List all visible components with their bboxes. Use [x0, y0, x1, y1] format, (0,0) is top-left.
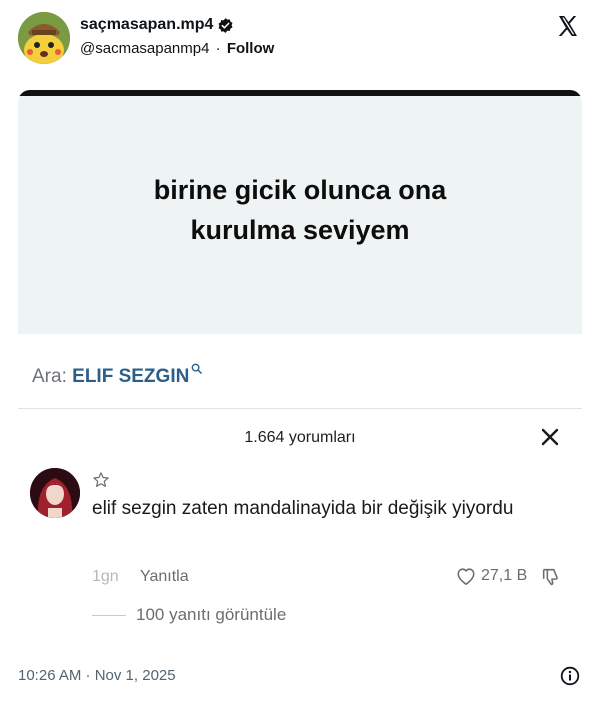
star-icon[interactable] — [92, 471, 110, 489]
comment-text: elif sezgin zaten mandalinayida bir deği… — [92, 498, 514, 519]
separator-dot: · — [215, 40, 221, 57]
handle[interactable]: @sacmasapanmp4 — [80, 40, 209, 57]
replies-divider-line — [92, 614, 126, 616]
comment-age: 1gn — [92, 568, 119, 585]
follow-button[interactable]: Follow — [227, 40, 275, 57]
search-label: Ara: — [32, 366, 67, 387]
comments-panel: 1.664 yorumları elif sezgin zaten mandal… — [18, 409, 582, 656]
caption-area: birine gicik olunca ona kurulma seviyem — [18, 96, 582, 334]
view-replies-label: 100 yanıtı görüntüle — [136, 605, 287, 624]
comment-meta: 1gn Yanıtla 27,1 B — [92, 566, 572, 590]
tweet-media[interactable]: birine gicik olunca ona kurulma seviyem … — [18, 90, 582, 656]
verified-badge-icon — [217, 17, 234, 34]
caption-line-2: kurulma seviyem — [190, 215, 410, 245]
author-block: saçmasapan.mp4 @sacmasapanmp4 · Follow — [80, 16, 274, 57]
display-name[interactable]: saçmasapan.mp4 — [80, 16, 213, 34]
caption-line-1: birine gicik olunca ona — [153, 175, 447, 205]
like-button[interactable]: 27,1 B — [455, 566, 527, 586]
commenter-avatar[interactable] — [30, 468, 80, 518]
meme-caption: birine gicik olunca ona kurulma seviyem — [18, 170, 582, 250]
view-replies-button[interactable]: 100 yanıtı görüntüle — [92, 605, 286, 625]
search-suggestion: Ara: ELIF SEZGIN — [18, 334, 582, 408]
heart-icon — [455, 566, 477, 586]
search-query[interactable]: ELIF SEZGIN — [72, 366, 189, 387]
dislike-icon[interactable] — [540, 566, 562, 588]
close-icon[interactable] — [540, 427, 560, 447]
search-line[interactable]: Ara: ELIF SEZGIN — [32, 358, 203, 388]
tweet-timestamp[interactable]: 10:26 AM · Nov 1, 2025 — [18, 667, 176, 684]
info-icon[interactable] — [560, 666, 580, 686]
reply-button[interactable]: Yanıtla — [140, 568, 189, 586]
x-logo-icon[interactable] — [556, 14, 580, 38]
search-icon — [191, 358, 203, 374]
comments-count: 1.664 yorumları — [244, 429, 356, 446]
author-avatar[interactable] — [18, 12, 70, 64]
like-count: 27,1 B — [481, 567, 528, 584]
tweet-header: saçmasapan.mp4 @sacmasapanmp4 · Follow — [18, 12, 584, 68]
